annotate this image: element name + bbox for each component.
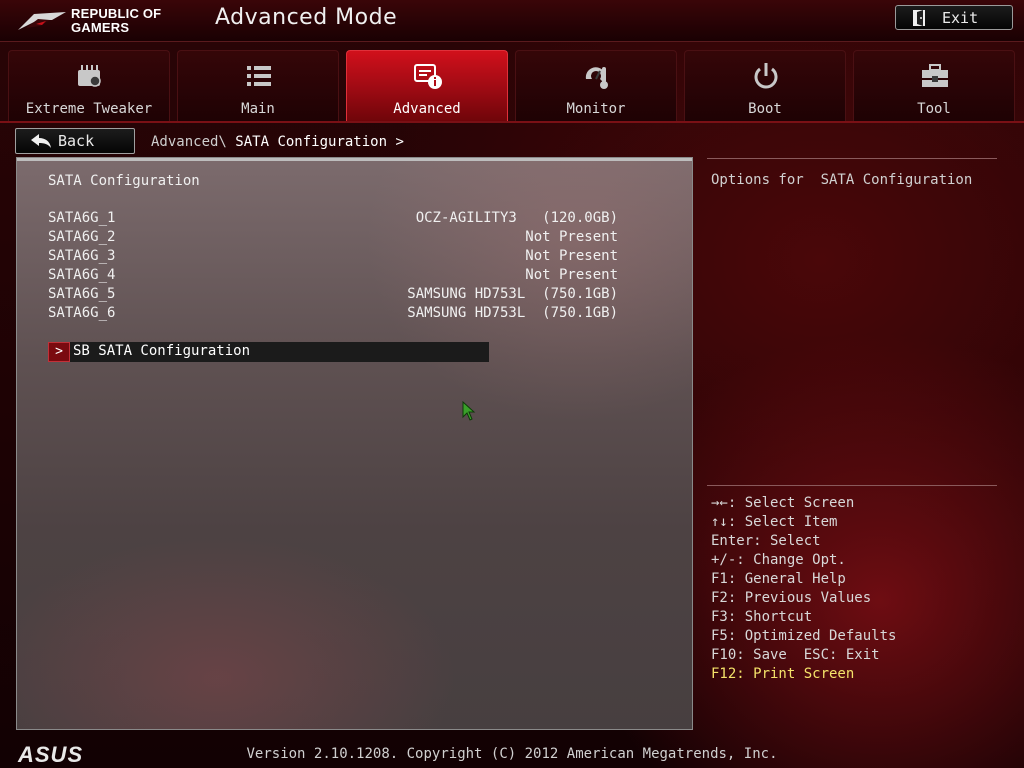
key-hint: →←: Select Screen <box>711 495 855 511</box>
tweaker-icon <box>78 65 101 87</box>
sata-port-row: SATA6G_1 OCZ-AGILITY3 (120.0GB) <box>48 210 618 229</box>
port-device: Not Present <box>525 229 618 245</box>
mode-title: Advanced Mode <box>215 5 398 30</box>
tab-main[interactable]: Main <box>177 50 339 122</box>
header-bar: REPUBLIC OF GAMERS Advanced Mode Exit <box>0 0 1024 42</box>
key-hint: F2: Previous Values <box>711 590 872 606</box>
port-name: SATA6G_3 <box>48 248 116 264</box>
toolbox-icon <box>922 64 948 87</box>
tab-label: Monitor <box>566 101 626 117</box>
tab-advanced[interactable]: Advanced <box>346 50 508 122</box>
rog-logo: REPUBLIC OF GAMERS <box>16 4 181 36</box>
port-name: SATA6G_4 <box>48 267 116 283</box>
advanced-icon <box>414 64 442 89</box>
back-label: Back <box>58 132 95 150</box>
exit-door-icon <box>913 9 925 26</box>
key-hint: F3: Shortcut <box>711 609 813 625</box>
tab-extreme-tweaker[interactable]: Extreme Tweaker <box>8 50 170 122</box>
submenu-arrow-icon: > <box>48 342 70 362</box>
mouse-cursor-icon <box>462 401 476 421</box>
port-device: SAMSUNG HD753L (750.1GB) <box>407 286 618 302</box>
rog-brand-text: REPUBLIC OF GAMERS <box>71 6 162 35</box>
version-text: Version 2.10.1208. Copyright (C) 2012 Am… <box>246 746 778 762</box>
tab-tool[interactable]: Tool <box>853 50 1015 122</box>
key-legend: →←: Select Screen ↑↓: Select Item Enter:… <box>711 495 1001 685</box>
port-device: Not Present <box>525 267 618 283</box>
tab-label: Main <box>241 101 275 117</box>
submenu-label: SB SATA Configuration <box>73 343 251 359</box>
port-name: SATA6G_1 <box>48 210 116 226</box>
key-hint: F10: Save ESC: Exit <box>711 647 880 663</box>
port-name: SATA6G_5 <box>48 286 116 302</box>
list-icon <box>247 66 271 86</box>
sata-port-row: SATA6G_3 Not Present <box>48 248 618 267</box>
key-hint-print-screen[interactable]: F12: Print Screen <box>711 666 1001 685</box>
sata-port-row: SATA6G_6 SAMSUNG HD753L (750.1GB) <box>48 305 618 324</box>
port-device: SAMSUNG HD753L (750.1GB) <box>407 305 618 321</box>
tab-monitor[interactable]: Monitor <box>515 50 677 122</box>
key-hint: ↑↓: Select Item <box>711 514 838 530</box>
main-panel: SATA Configuration SATA6G_1 OCZ-AGILITY3… <box>16 157 693 730</box>
exit-label: Exit <box>942 8 979 27</box>
breadcrumb: Advanced\ SATA Configuration > <box>151 134 404 150</box>
breadcrumb-current: SATA Configuration > <box>235 134 404 150</box>
back-button[interactable]: Back <box>15 128 135 154</box>
back-arrow-icon <box>31 134 51 148</box>
help-description: Options for SATA Configuration <box>711 172 973 188</box>
panel-top-border <box>17 158 692 161</box>
help-divider-top <box>707 158 997 159</box>
tab-label: Tool <box>917 101 951 117</box>
monitor-icon <box>585 67 608 89</box>
sata-port-row: SATA6G_4 Not Present <box>48 267 618 286</box>
tab-boot[interactable]: Boot <box>684 50 846 122</box>
tab-label: Advanced <box>393 101 461 117</box>
exit-button[interactable]: Exit <box>895 5 1013 30</box>
tabbar-divider <box>0 121 1024 123</box>
power-icon <box>754 63 778 89</box>
sb-sata-configuration-item[interactable]: > SB SATA Configuration <box>48 342 489 362</box>
key-hint: F1: General Help <box>711 571 846 587</box>
key-hint: +/-: Change Opt. <box>711 552 846 568</box>
breadcrumb-parent[interactable]: Advanced\ <box>151 134 227 150</box>
port-device: Not Present <box>525 248 618 264</box>
tab-label: Boot <box>748 101 782 117</box>
main-tabs: Extreme Tweaker Main Advanced Monitor Bo… <box>8 50 1016 122</box>
help-divider-middle <box>707 485 997 486</box>
port-name: SATA6G_2 <box>48 229 116 245</box>
tab-label: Extreme Tweaker <box>25 101 153 117</box>
section-title: SATA Configuration <box>48 173 200 189</box>
port-device: OCZ-AGILITY3 (120.0GB) <box>415 210 618 226</box>
sata-port-row: SATA6G_2 Not Present <box>48 229 618 248</box>
rog-eye-icon <box>18 12 66 30</box>
port-name: SATA6G_6 <box>48 305 116 321</box>
sata-port-row: SATA6G_5 SAMSUNG HD753L (750.1GB) <box>48 286 618 305</box>
key-hint: Enter: Select <box>711 533 821 549</box>
key-hint: F5: Optimized Defaults <box>711 628 897 644</box>
